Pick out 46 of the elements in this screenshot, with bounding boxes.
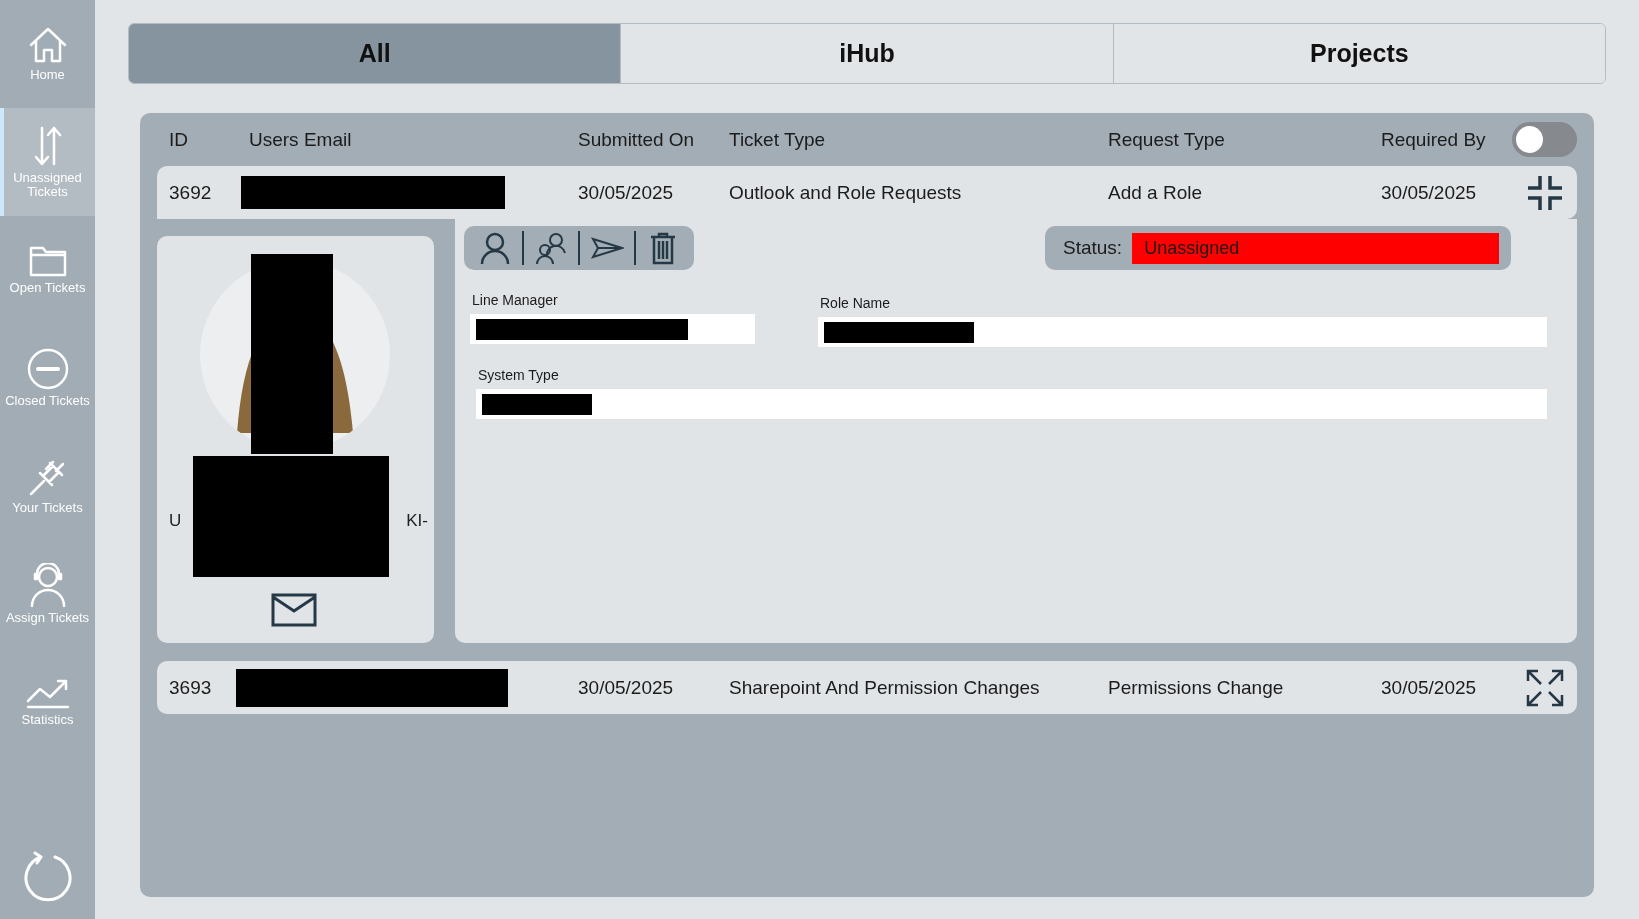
ticket-row[interactable]: 3692 30/05/2025 Outlook and Role Requests Add a Role 30/05/2025 xyxy=(157,166,1577,219)
home-icon xyxy=(27,25,68,64)
field-label: Line Manager xyxy=(471,292,559,308)
required-date: 30/05/2025 xyxy=(1381,181,1478,204)
sidebar-item[interactable]: Your Tickets xyxy=(0,432,95,540)
people-button[interactable] xyxy=(534,231,568,265)
name-text: U xyxy=(169,511,182,531)
request-type: Add a Role xyxy=(1108,181,1203,204)
required-date: 30/05/2025 xyxy=(1381,676,1478,699)
submitted-date: 30/05/2025 xyxy=(578,676,675,699)
sidebar-item[interactable]: Assign Tickets xyxy=(0,540,95,648)
status-label: Status: xyxy=(1063,237,1123,259)
field-label: Role Name xyxy=(819,295,892,311)
ticket-id: 3693 xyxy=(169,676,213,699)
sidebar-item[interactable]: Closed Tickets xyxy=(0,324,95,432)
sidebar-item[interactable]: Open Tickets xyxy=(0,216,95,324)
ticket-type: Outlook and Role Requests xyxy=(729,181,963,204)
tab[interactable]: All xyxy=(129,24,622,83)
sidebar-item[interactable]: Statistics xyxy=(0,648,95,756)
column-header: Request Type xyxy=(1108,128,1226,151)
column-header: Ticket Type xyxy=(729,128,827,151)
ticket-type: Sharepoint And Permission Changes xyxy=(729,676,1041,699)
column-header: Users Email xyxy=(249,128,353,151)
person-button[interactable] xyxy=(478,231,512,265)
sidebar-item[interactable]: Home xyxy=(0,0,95,108)
arrows-icon xyxy=(32,124,63,167)
request-type: Permissions Change xyxy=(1108,676,1285,699)
expand-button[interactable] xyxy=(1525,668,1564,707)
input-field[interactable] xyxy=(476,389,1547,419)
field-label: System Type xyxy=(477,367,560,383)
submitted-date: 30/05/2025 xyxy=(578,181,675,204)
sidebar-item[interactable]: Unassigned Tickets xyxy=(0,108,95,216)
ticket-row[interactable]: 3693 30/05/2025 Sharepoint And Permission Changes Permissions Change 30/05/2025 xyxy=(157,661,1577,714)
name-text: KI- xyxy=(406,511,428,531)
column-header: Required By xyxy=(1381,128,1487,151)
input-field[interactable] xyxy=(818,317,1547,347)
input-field[interactable] xyxy=(470,314,755,344)
ticket-id: 3692 xyxy=(169,181,213,204)
column-header: ID xyxy=(169,128,189,151)
email-button[interactable] xyxy=(271,593,317,627)
minus-circle-icon xyxy=(26,347,69,390)
folder-icon xyxy=(28,244,67,277)
collapse-button[interactable] xyxy=(1525,173,1564,212)
toggle-switch[interactable] xyxy=(1512,122,1577,157)
column-header: Submitted On xyxy=(578,128,696,151)
status-value: Unassigned xyxy=(1132,232,1499,264)
